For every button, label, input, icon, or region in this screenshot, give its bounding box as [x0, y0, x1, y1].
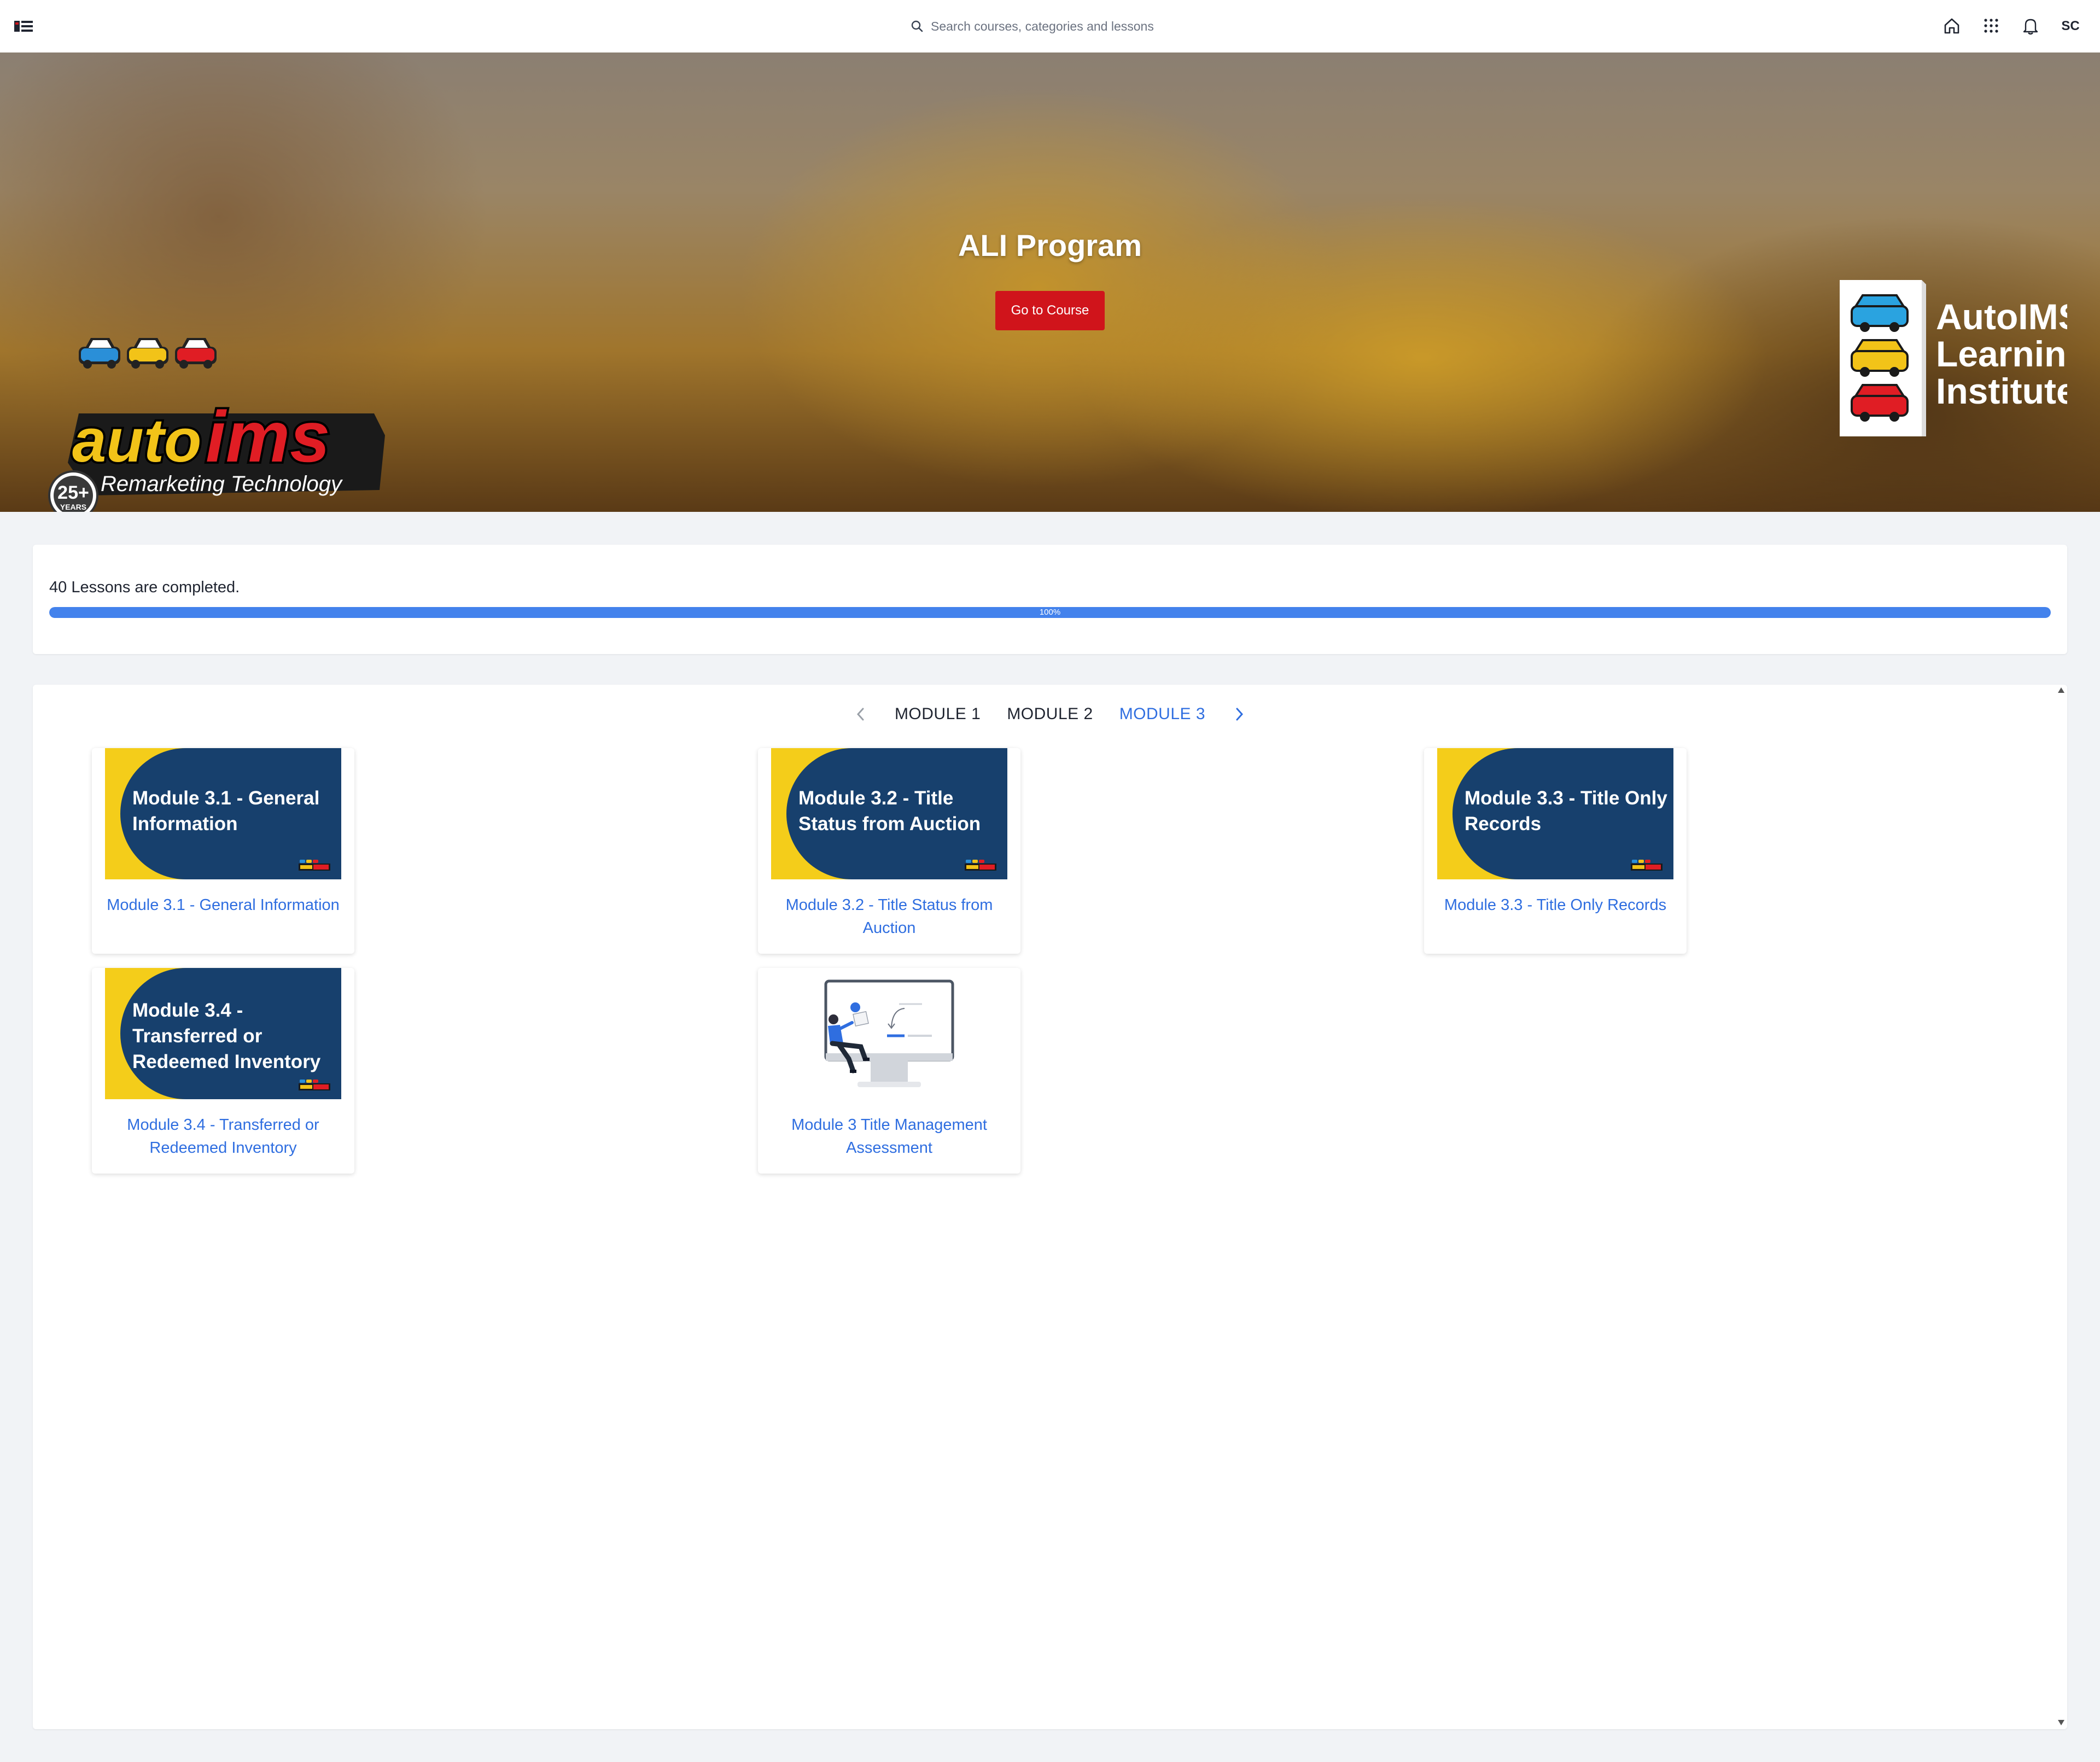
scroll-down-arrow-icon[interactable]: [2057, 1719, 2065, 1726]
svg-text:ims: ims: [206, 396, 330, 477]
thumbnail-text: Module 3.1 - General Information: [132, 787, 320, 835]
lesson-card[interactable]: Module 3.2 - Title Status from Auction M…: [758, 748, 1020, 954]
assessment-title-link[interactable]: Module 3 Title Management Assessment: [769, 1113, 1010, 1159]
svg-text:auto: auto: [72, 406, 201, 475]
user-avatar[interactable]: SC: [2056, 15, 2085, 37]
search-input[interactable]: [930, 18, 1194, 34]
lesson-title-link[interactable]: Module 3.3 - Title Only Records: [1435, 894, 1676, 917]
lesson-title-link[interactable]: Module 3.2 - Title Status from Auction: [769, 894, 1010, 940]
thumbnail-text: Module 3.2 - Title Status from Auction: [798, 787, 981, 835]
progress-percent-label: 100%: [1039, 608, 1061, 617]
search-box[interactable]: [897, 11, 1203, 42]
lesson-thumbnail: Module 3.1 - General Information: [105, 748, 341, 879]
autoims-mini-logo: [299, 1080, 330, 1090]
lesson-card[interactable]: Module 3.1 - General Information Module …: [92, 748, 354, 954]
assessment-card[interactable]: Module 3 Title Management Assessment: [758, 968, 1020, 1174]
svg-text:YEARS: YEARS: [60, 503, 86, 511]
tab-module-1[interactable]: MODULE 1: [895, 705, 981, 724]
lesson-thumbnail: Module 3.4 - Transferred or Redeemed Inv…: [105, 968, 341, 1099]
autoims-logo: auto ims Remarketing Technology 25+ YEAR…: [48, 338, 385, 512]
course-hero-banner: ALI Program Go to Course auto ims Remark…: [0, 52, 2100, 512]
go-to-course-button[interactable]: Go to Course: [995, 291, 1105, 330]
svg-text:AutoIMS: AutoIMS: [1936, 296, 2067, 337]
tab-module-3[interactable]: MODULE 3: [1119, 705, 1205, 724]
menu-icon[interactable]: [14, 20, 33, 33]
autoims-learning-institute-logo: AutoIMS Learning Institute: [1840, 280, 2067, 436]
chevron-right-icon[interactable]: [1232, 704, 1247, 724]
thumbnail-text: Module 3.3 - Title Only Records: [1465, 787, 1667, 835]
svg-text:25+: 25+: [57, 482, 89, 503]
top-bar: SC: [0, 0, 2100, 53]
scroll-up-arrow-icon[interactable]: [2057, 687, 2065, 693]
svg-text:Institute: Institute: [1936, 371, 2067, 411]
search-icon: [911, 20, 923, 32]
assessment-illustration: [824, 979, 954, 1087]
apps-grid-icon[interactable]: [1981, 16, 2001, 36]
module-tabs: MODULE 1 MODULE 2 MODULE 3: [33, 700, 2067, 728]
course-title: ALI Program: [958, 228, 1142, 262]
modules-panel: MODULE 1 MODULE 2 MODULE 3 Module 3.1 - …: [33, 685, 2067, 1729]
autoims-mini-logo: [965, 860, 996, 871]
lesson-title-link[interactable]: Module 3.4 - Transferred or Redeemed Inv…: [103, 1113, 343, 1159]
progress-card: 40 Lessons are completed. 100%: [33, 545, 2067, 654]
thumbnail-text: Module 3.4 - Transferred or Redeemed Inv…: [132, 1000, 321, 1072]
svg-text:Remarketing Technology: Remarketing Technology: [101, 472, 343, 496]
lesson-card[interactable]: Module 3.3 - Title Only Records Module 3…: [1424, 748, 1687, 954]
bell-icon[interactable]: [2021, 16, 2040, 36]
autoims-mini-logo: [1631, 860, 1662, 871]
progress-bar: 100%: [49, 607, 2051, 618]
home-icon[interactable]: [1942, 16, 1962, 36]
svg-text:Learning: Learning: [1936, 334, 2067, 374]
progress-summary: 40 Lessons are completed.: [49, 579, 240, 596]
autoims-mini-logo: [299, 860, 330, 871]
car-icons: [79, 338, 217, 369]
lesson-thumbnail: Module 3.2 - Title Status from Auction: [771, 748, 1007, 879]
lesson-card[interactable]: Module 3.4 - Transferred or Redeemed Inv…: [92, 968, 354, 1174]
tab-module-2[interactable]: MODULE 2: [1007, 705, 1093, 724]
chevron-left-icon[interactable]: [853, 704, 868, 724]
lesson-thumbnail: Module 3.3 - Title Only Records: [1437, 748, 1673, 879]
lesson-title-link[interactable]: Module 3.1 - General Information: [103, 894, 343, 917]
